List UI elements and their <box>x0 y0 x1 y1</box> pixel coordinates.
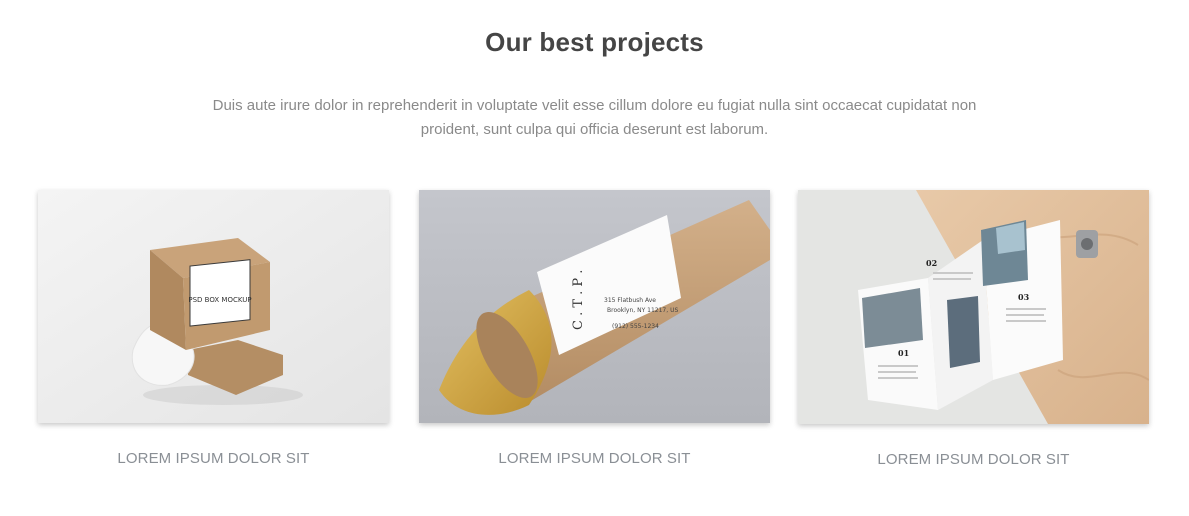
project-card-1[interactable]: PSD BOX MOCKUP LOREM IPSUM DOLOR SIT <box>38 190 389 470</box>
project-image-tube-mockup[interactable]: C . T . P . 315 Flatbush Ave Brooklyn, N… <box>419 190 770 423</box>
project-caption-1[interactable]: LOREM IPSUM DOLOR SIT <box>38 450 389 467</box>
tube-phone: (912) 555-1234 <box>612 323 659 330</box>
brochure-number-3: 03 <box>1018 292 1030 302</box>
project-card-2[interactable]: C . T . P . 315 Flatbush Ave Brooklyn, N… <box>419 190 770 470</box>
section-description: Duis aute irure dolor in reprehenderit i… <box>212 97 977 138</box>
project-caption-3[interactable]: LOREM IPSUM DOLOR SIT <box>798 451 1149 468</box>
box-label-text: PSD BOX MOCKUP <box>188 296 251 304</box>
brochure-number-1: 01 <box>898 348 909 358</box>
tube-address-1: 315 Flatbush Ave <box>604 297 656 304</box>
project-caption-2[interactable]: LOREM IPSUM DOLOR SIT <box>419 450 770 467</box>
brochure-number-2: 02 <box>926 258 937 268</box>
tube-address-2: Brooklyn, NY 11217, US <box>607 307 678 314</box>
project-image-brochure-mockup[interactable]: 01 02 03 <box>798 190 1149 424</box>
section-title: Our best projects <box>485 27 704 57</box>
project-image-box-mockup[interactable]: PSD BOX MOCKUP <box>38 190 389 423</box>
tube-label-brand: C . T . P . <box>571 270 586 330</box>
project-card-3[interactable]: 01 02 03 LOREM IPSUM DOLOR SIT <box>798 190 1149 470</box>
